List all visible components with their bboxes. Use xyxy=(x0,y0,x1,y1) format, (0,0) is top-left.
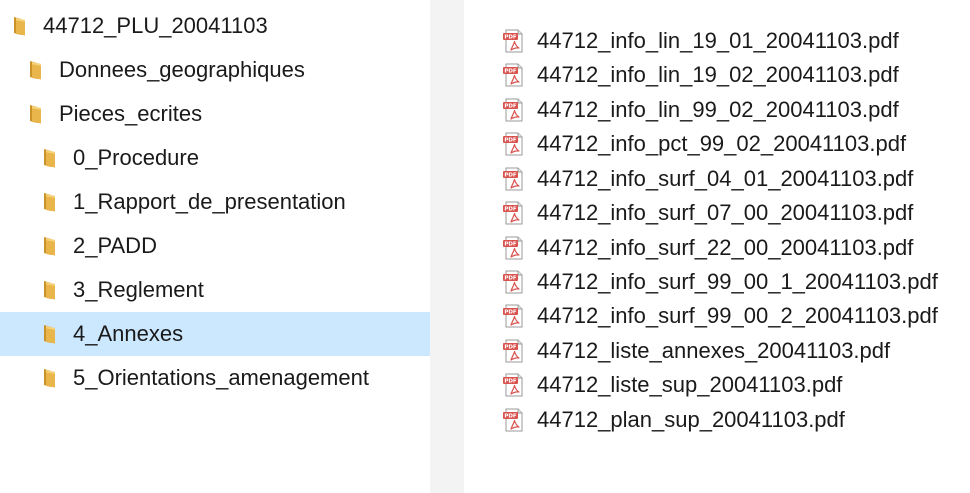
svg-text:PDF: PDF xyxy=(504,104,517,110)
tree-item-3-reglement[interactable]: 3_Reglement xyxy=(0,268,430,312)
file-name: 44712_info_surf_07_00_20041103.pdf xyxy=(537,200,914,225)
tree-item-1-rapport-de-presentation[interactable]: 1_Rapport_de_presentation xyxy=(0,180,430,224)
file-name: 44712_info_surf_22_00_20041103.pdf xyxy=(537,235,914,260)
tree-item-pieces-ecrites[interactable]: Pieces_ecrites xyxy=(0,92,430,136)
pdf-file-icon: PDF xyxy=(502,373,526,397)
file-name: 44712_liste_annexes_20041103.pdf xyxy=(537,338,891,363)
folder-icon xyxy=(42,368,56,388)
folder-tree: 44712_PLU_20041103 Donnees_geographiques… xyxy=(0,0,430,493)
svg-text:PDF: PDF xyxy=(504,345,517,351)
svg-text:PDF: PDF xyxy=(504,207,517,213)
svg-text:PDF: PDF xyxy=(504,173,517,179)
tree-item-0-procedure[interactable]: 0_Procedure xyxy=(0,136,430,180)
file-item[interactable]: PDF 44712_info_surf_04_01_20041103.pdf xyxy=(464,161,970,197)
file-item[interactable]: PDF 44712_info_lin_19_02_20041103.pdf xyxy=(464,57,970,93)
svg-text:PDF: PDF xyxy=(504,138,517,144)
file-item[interactable]: PDF 44712_info_pct_99_02_20041103.pdf xyxy=(464,126,970,162)
svg-text:PDF: PDF xyxy=(504,242,517,248)
folder-icon xyxy=(42,192,56,212)
tree-item-label: Pieces_ecrites xyxy=(59,101,203,126)
pdf-file-icon: PDF xyxy=(502,167,526,191)
folder-icon xyxy=(42,324,56,344)
pdf-file-icon: PDF xyxy=(502,339,526,363)
tree-item-label: 1_Rapport_de_presentation xyxy=(73,189,346,214)
file-item[interactable]: PDF 44712_info_surf_99_00_1_20041103.pdf xyxy=(464,264,970,300)
tree-item-label: Donnees_geographiques xyxy=(59,57,305,82)
file-name: 44712_info_surf_99_00_1_20041103.pdf xyxy=(537,269,938,294)
tree-item-44712-plu-20041103[interactable]: 44712_PLU_20041103 xyxy=(0,4,430,48)
file-item[interactable]: PDF 44712_plan_sup_20041103.pdf xyxy=(464,402,970,438)
file-item[interactable]: PDF 44712_info_surf_22_00_20041103.pdf xyxy=(464,230,970,266)
file-item[interactable]: PDF 44712_info_lin_99_02_20041103.pdf xyxy=(464,92,970,128)
folder-icon xyxy=(28,104,42,124)
pdf-file-icon: PDF xyxy=(502,29,526,53)
file-list: PDF 44712_info_lin_19_01_20041103.pdf PD… xyxy=(464,0,970,493)
tree-item-label: 3_Reglement xyxy=(73,277,204,302)
tree-item-label: 0_Procedure xyxy=(73,145,199,170)
file-name: 44712_plan_sup_20041103.pdf xyxy=(537,407,845,432)
svg-text:PDF: PDF xyxy=(504,276,517,282)
tree-item-label: 5_Orientations_amenagement xyxy=(73,365,369,390)
tree-item-5-orientations-amenagement[interactable]: 5_Orientations_amenagement xyxy=(0,356,430,400)
tree-item-label: 4_Annexes xyxy=(73,321,184,346)
folder-icon xyxy=(42,280,56,300)
svg-text:PDF: PDF xyxy=(504,35,517,41)
file-name: 44712_info_lin_19_02_20041103.pdf xyxy=(537,62,899,87)
file-name: 44712_info_lin_19_01_20041103.pdf xyxy=(537,28,899,53)
file-name: 44712_info_surf_04_01_20041103.pdf xyxy=(537,166,914,191)
file-name: 44712_info_lin_99_02_20041103.pdf xyxy=(537,97,899,122)
file-item[interactable]: PDF 44712_liste_sup_20041103.pdf xyxy=(464,367,970,403)
folder-icon xyxy=(12,16,26,36)
folder-icon xyxy=(28,60,42,80)
tree-item-label: 44712_PLU_20041103 xyxy=(43,13,268,38)
tree-item-4-annexes[interactable]: 4_Annexes xyxy=(0,312,430,356)
pdf-file-icon: PDF xyxy=(502,98,526,122)
svg-text:PDF: PDF xyxy=(504,69,517,75)
folder-icon xyxy=(42,236,56,256)
svg-text:PDF: PDF xyxy=(504,414,517,420)
file-item[interactable]: PDF 44712_info_surf_99_00_2_20041103.pdf xyxy=(464,298,970,334)
pdf-file-icon: PDF xyxy=(502,408,526,432)
svg-text:PDF: PDF xyxy=(504,379,517,385)
pane-splitter[interactable] xyxy=(430,0,464,493)
svg-text:PDF: PDF xyxy=(504,310,517,316)
file-name: 44712_liste_sup_20041103.pdf xyxy=(537,372,843,397)
file-item[interactable]: PDF 44712_liste_annexes_20041103.pdf xyxy=(464,333,970,369)
pdf-file-icon: PDF xyxy=(502,304,526,328)
pdf-file-icon: PDF xyxy=(502,63,526,87)
file-item[interactable]: PDF 44712_info_surf_07_00_20041103.pdf xyxy=(464,195,970,231)
folder-icon xyxy=(42,148,56,168)
pdf-file-icon: PDF xyxy=(502,201,526,225)
pdf-file-icon: PDF xyxy=(502,132,526,156)
file-item[interactable]: PDF 44712_info_lin_19_01_20041103.pdf xyxy=(464,23,970,59)
pdf-file-icon: PDF xyxy=(502,270,526,294)
file-name: 44712_info_pct_99_02_20041103.pdf xyxy=(537,131,907,156)
tree-item-label: 2_PADD xyxy=(73,233,157,258)
file-name: 44712_info_surf_99_00_2_20041103.pdf xyxy=(537,303,938,328)
tree-item-2-padd[interactable]: 2_PADD xyxy=(0,224,430,268)
tree-item-donnees-geographiques[interactable]: Donnees_geographiques xyxy=(0,48,430,92)
pdf-file-icon: PDF xyxy=(502,236,526,260)
